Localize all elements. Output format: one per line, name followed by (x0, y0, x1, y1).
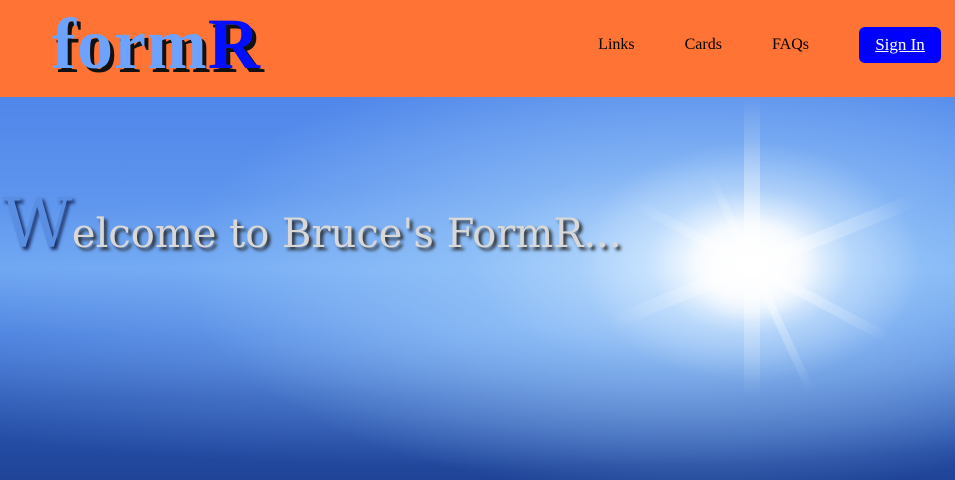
nav-link-cards[interactable]: Cards (685, 36, 722, 54)
logo-main-text: form (52, 4, 208, 84)
hero-banner: Welcome to Bruce's FormR... (0, 97, 955, 480)
navbar: formR Links Cards FAQs Sign In (0, 0, 955, 97)
page: formR Links Cards FAQs Sign In Welcome t… (0, 0, 955, 480)
nav-link-links[interactable]: Links (598, 36, 634, 54)
sun-flare-image (608, 97, 920, 397)
nav-links: Links Cards FAQs Sign In (598, 27, 941, 63)
hero-heading-text: elcome to Bruce's FormR... (71, 211, 622, 257)
logo[interactable]: formR (52, 0, 261, 88)
logo-accent-text: R (207, 4, 261, 84)
nav-link-faqs[interactable]: FAQs (772, 36, 809, 54)
hero-heading: Welcome to Bruce's FormR... (2, 185, 622, 274)
signin-button[interactable]: Sign In (859, 27, 941, 63)
hero-heading-first-letter: W (2, 185, 72, 264)
